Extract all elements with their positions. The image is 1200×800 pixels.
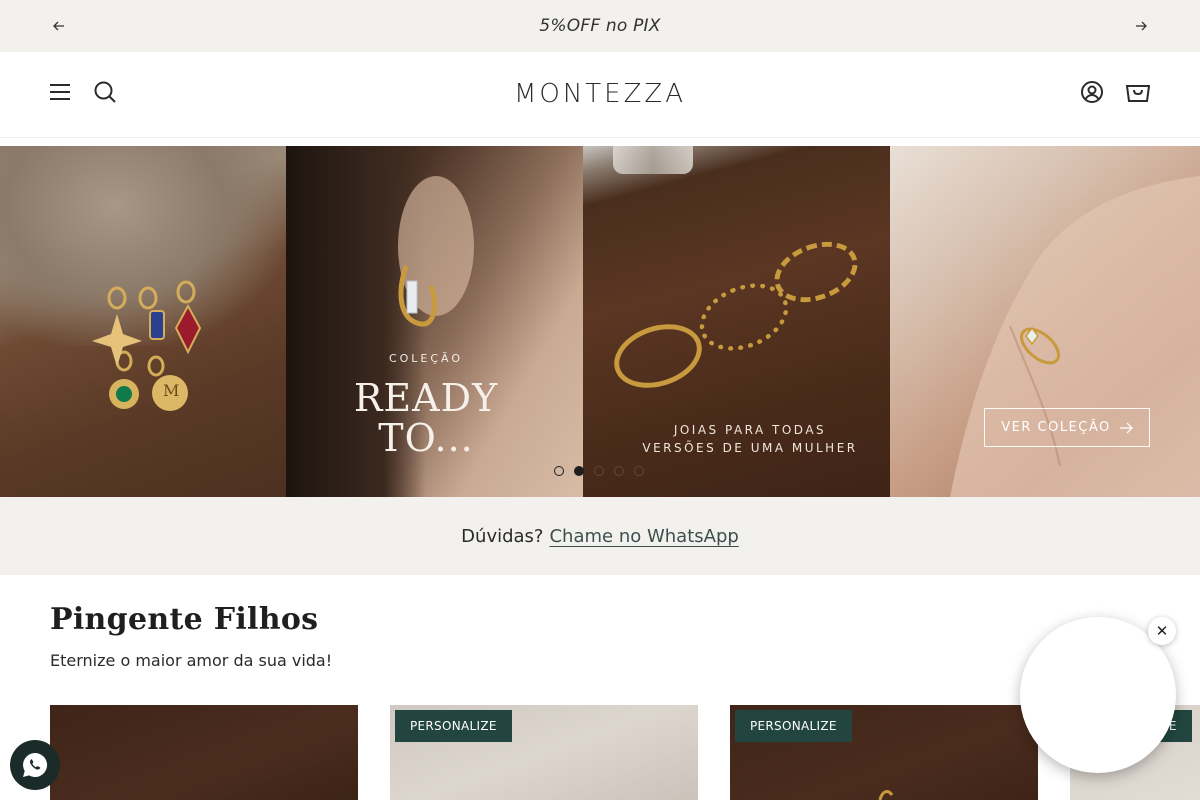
close-floating-bubble-button[interactable]: ✕ [1148, 617, 1176, 645]
crystal-decoration [613, 146, 693, 174]
carousel-dot-1[interactable] [554, 466, 564, 476]
collection-title: Pingente Filhos [50, 602, 319, 637]
hero-title-line-2: TO... [378, 416, 474, 460]
hero-title-line-1: READY [353, 376, 499, 420]
menu-button[interactable] [45, 77, 75, 107]
pendant-preview [878, 790, 894, 800]
search-button[interactable] [90, 77, 120, 107]
whatsapp-button[interactable] [10, 740, 60, 790]
announcement-text: 5%OFF no PIX [539, 16, 661, 36]
whatsapp-help-strip: Dúvidas? Chame no WhatsApp [0, 497, 1200, 575]
product-card-3[interactable]: PERSONALIZE [730, 705, 1038, 800]
site-header: MONTEZZA [0, 52, 1200, 138]
logo-text: MONTEZZA [513, 79, 687, 109]
arrow-right-icon [1119, 422, 1133, 433]
announcement-bar: 5%OFF no PIX [0, 0, 1200, 52]
arrow-right-icon [1136, 21, 1147, 31]
help-prefix: Dúvidas? [461, 525, 544, 547]
carousel-dot-3[interactable] [594, 466, 604, 476]
hero-title: READY TO... [286, 378, 566, 458]
hero-subtitle: COLEÇÃO [388, 352, 464, 365]
collection-subtitle: Eternize o maior amor da sua vida! [50, 651, 333, 670]
search-icon [94, 81, 116, 103]
account-button[interactable] [1077, 77, 1107, 107]
hero-tagline-line-2: VERSÕES DE UMA MULHER [642, 441, 858, 455]
hero-panel-charms: M [0, 146, 286, 497]
carousel-dot-2[interactable] [574, 466, 584, 476]
hero-tagline-line-1: JOIAS PARA TODAS [673, 423, 827, 437]
charm-letter: M [163, 381, 180, 400]
hero-banner[interactable]: M COLEÇÃO READY TO... JOIAS PARA TODAS V… [0, 146, 1200, 497]
view-collection-label: VER COLEÇÃO [1001, 420, 1111, 435]
product-card-2[interactable]: PERSONALIZE [390, 705, 698, 800]
charm-pendants-image [92, 280, 202, 411]
product-card-1[interactable] [50, 705, 358, 800]
whatsapp-icon [23, 752, 48, 777]
announcement-prev-button[interactable] [49, 16, 69, 36]
menu-icon [50, 84, 70, 100]
ring-1 [605, 313, 711, 399]
site-logo[interactable]: MONTEZZA [500, 74, 700, 114]
carousel-dots [554, 466, 644, 476]
carousel-dot-4[interactable] [614, 466, 624, 476]
arrow-left-icon [53, 21, 64, 31]
account-icon [1081, 81, 1103, 103]
carousel-dot-5[interactable] [634, 466, 644, 476]
hero-tagline: JOIAS PARA TODAS VERSÕES DE UMA MULHER [620, 421, 880, 457]
cart-icon [1126, 85, 1150, 102]
announcement-next-button[interactable] [1131, 16, 1151, 36]
view-collection-button[interactable]: VER COLEÇÃO [984, 408, 1150, 447]
whatsapp-link[interactable]: Chame no WhatsApp [549, 526, 738, 547]
personalize-badge: PERSONALIZE [395, 710, 512, 742]
cart-button[interactable] [1123, 77, 1153, 107]
